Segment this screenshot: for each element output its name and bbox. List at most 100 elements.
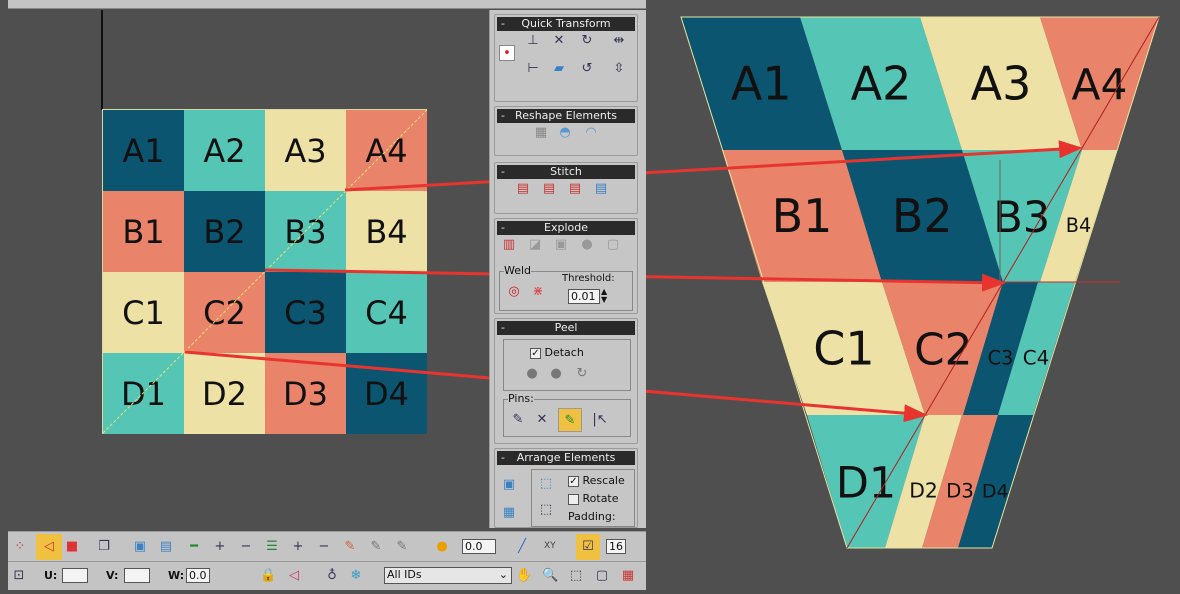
weld-group: Weld ◎ ⋇ Threshold: 0.01 ▲ ▼ [499, 264, 633, 311]
grow-icon[interactable]: + [212, 539, 228, 555]
rollout-header[interactable]: - Arrange Elements [497, 451, 635, 465]
threshold-spinner[interactable]: ▲ ▼ [601, 288, 607, 304]
collapse-icon: - [501, 17, 505, 30]
flatten-by-smoothing-icon[interactable]: ● [579, 237, 595, 253]
align-horizontal-icon[interactable]: ⊢ [525, 61, 541, 77]
soft-selection-icon[interactable]: ● [434, 539, 450, 555]
pack-custom-icon[interactable]: ▣ [501, 477, 517, 493]
rotate-label: Rotate [582, 492, 619, 505]
grid-snap-icon[interactable]: ▦ [620, 568, 636, 584]
stitch-to-target-icon[interactable]: ▤ [515, 181, 531, 197]
select-pins-icon[interactable]: |↖ [592, 412, 608, 428]
detach-checkbox[interactable]: ✓ Detach [530, 346, 584, 359]
stitch-average-icon[interactable]: ▤ [541, 181, 557, 197]
unpin-icon[interactable]: ✕ [534, 412, 550, 428]
xy-toggle[interactable]: XY [544, 541, 556, 551]
vertex-mode-icon[interactable]: ⁘ [12, 539, 28, 555]
align-diagonal-icon[interactable]: ✕ [551, 33, 567, 49]
select-by-element-icon[interactable]: ▣ [132, 539, 148, 555]
break-icon[interactable]: ▥ [501, 237, 517, 253]
angle-input[interactable]: 0.0 [462, 539, 496, 554]
mapped-cell-label: D2 [909, 479, 938, 503]
reset-peel-icon[interactable]: ↻ [574, 366, 590, 382]
auto-pin-icon[interactable]: ✎ [558, 408, 582, 432]
arch-icon[interactable]: ◠ [583, 125, 599, 141]
align-to-edge-icon[interactable]: ▰ [551, 61, 567, 77]
mapped-cell-label: B4 [1066, 214, 1091, 237]
w-input[interactable]: 0.0 [186, 568, 210, 583]
id-filter-value: All IDs [387, 568, 422, 581]
paint-select-icon[interactable]: ✎ [342, 539, 358, 555]
element-mode-icon[interactable]: ❐ [96, 539, 112, 555]
grow-ring-icon[interactable]: + [290, 539, 306, 555]
rotate-cw-icon[interactable]: ↻ [579, 33, 595, 49]
rollout-title: Quick Transform [521, 17, 611, 30]
shrink-icon[interactable]: − [238, 539, 254, 555]
rollout-header[interactable]: - Peel [497, 321, 635, 335]
threshold-label: Threshold: [562, 273, 615, 284]
pack-normalize-icon[interactable]: ⬚ [538, 476, 554, 492]
v-input[interactable] [124, 568, 150, 583]
weld-label: Weld [504, 264, 532, 277]
weld-target-icon[interactable]: ◎ [506, 284, 522, 300]
rollout-header[interactable]: - Reshape Elements [497, 109, 635, 123]
ring-icon[interactable]: ☰ [264, 539, 280, 555]
threshold-input[interactable]: 0.01 [568, 289, 600, 304]
peel-group: ✓ Detach ● ● ↻ [503, 339, 631, 391]
u-label: U: [44, 569, 58, 582]
rotate-checkbox[interactable]: Rotate [568, 492, 619, 505]
rollout-header[interactable]: - Quick Transform [497, 17, 635, 31]
flatten-icon[interactable]: ▣ [553, 237, 569, 253]
rollout-explode: - Explode ▥ ◪ ▣ ● ▢ Weld ◎ ⋇ Threshold: 0… [494, 218, 638, 314]
pin-icon[interactable]: ✎ [510, 412, 526, 428]
mapped-cell-label: B2 [892, 189, 953, 243]
pack-recenter-icon[interactable]: ⬚ [538, 502, 554, 518]
quick-peel-icon[interactable]: ● [524, 366, 540, 382]
planar-select-icon[interactable]: ▤ [158, 539, 174, 555]
rescale-checkbox[interactable]: ✓ Rescale [568, 474, 625, 487]
align-vertical-icon[interactable]: ⊥ [525, 33, 541, 49]
edge-mode-icon[interactable]: ◁ [36, 534, 62, 560]
flatten-by-material-icon[interactable]: ▢ [605, 237, 621, 253]
rollout-header[interactable]: - Stitch [497, 165, 635, 179]
zoom-icon[interactable]: 🔍 [542, 568, 558, 584]
straighten-icon[interactable]: ▦ [533, 125, 549, 141]
bulb-icon[interactable]: ♁ [324, 568, 340, 584]
collapse-icon: - [501, 165, 505, 178]
weld-selected-icon[interactable]: ⋇ [530, 284, 546, 300]
paint-shrink-icon[interactable]: ✎ [394, 539, 410, 555]
detach-edge-icon[interactable]: ◪ [527, 237, 543, 253]
collapse-icon: - [501, 321, 505, 334]
mapped-cell-label: A2 [851, 57, 912, 111]
shrink-ring-icon[interactable]: − [316, 539, 332, 555]
edge-distance-icon[interactable]: ╱ [514, 539, 530, 555]
freeze-icon[interactable]: ❄ [348, 568, 364, 584]
mapped-cell-label: C4 [1023, 347, 1049, 370]
collapse-icon: - [501, 221, 505, 234]
id-filter-dropdown[interactable]: All IDs ⌄ [384, 567, 512, 584]
pan-icon[interactable]: ✋ [516, 568, 532, 584]
u-input[interactable] [62, 568, 88, 583]
stitch-custom-icon[interactable]: ▤ [593, 181, 609, 197]
rotate-ccw-icon[interactable]: ↺ [579, 61, 595, 77]
snap-toggle-icon[interactable]: ☑ [576, 534, 600, 560]
loop-icon[interactable]: ━ [186, 539, 202, 555]
face-mode-icon[interactable]: ■ [64, 539, 80, 555]
paint-grow-icon[interactable]: ✎ [368, 539, 384, 555]
transform-pivot-icon[interactable]: ⊡ [11, 568, 27, 584]
stitch-to-source-icon[interactable]: ▤ [567, 181, 583, 197]
zoom-region-icon[interactable]: ⬚ [568, 568, 584, 584]
snap-value-input[interactable]: 16 [606, 539, 626, 554]
pivot-icon[interactable]: • [499, 45, 515, 61]
mapped-cell-label: D3 [946, 480, 974, 503]
relax-icon[interactable]: ◓ [557, 125, 573, 141]
zoom-extents-icon[interactable]: ▢ [594, 568, 610, 584]
space-vertical-icon[interactable]: ⇳ [611, 61, 627, 77]
show-hidden-icon[interactable]: ◁ [286, 568, 302, 584]
lock-icon[interactable]: 🔒 [260, 568, 276, 584]
rollout-header[interactable]: - Explode [497, 221, 635, 235]
space-horizontal-icon[interactable]: ⇹ [611, 33, 627, 49]
peel-mode-icon[interactable]: ● [548, 366, 564, 382]
pack-together-icon[interactable]: ▦ [501, 505, 517, 521]
rollout-title: Peel [554, 321, 578, 334]
